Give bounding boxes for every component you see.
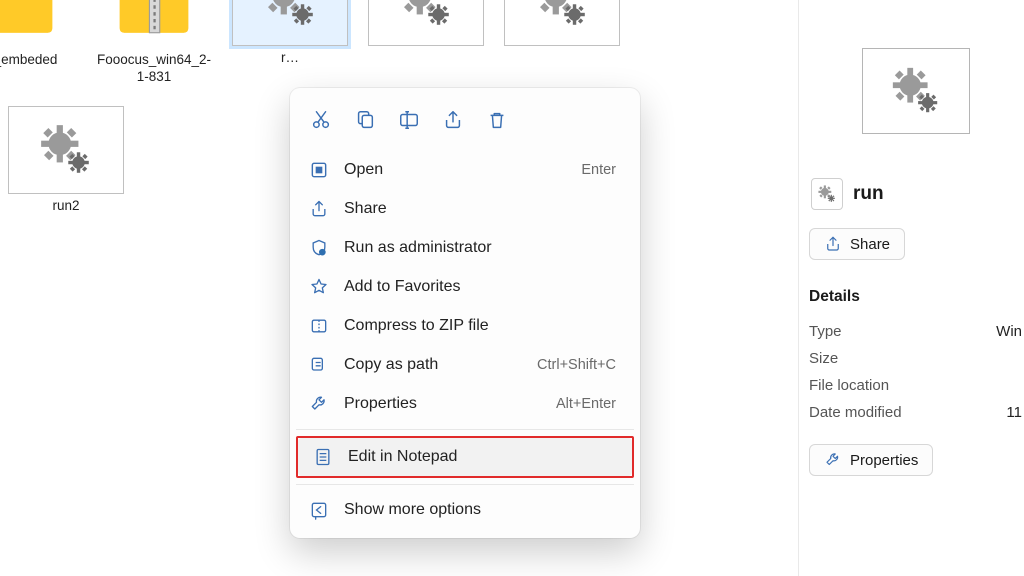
details-key: Size [809, 350, 838, 367]
details-row-modified: Date modified 11 [807, 399, 1024, 426]
menu-share[interactable]: Share [294, 190, 636, 228]
file-item[interactable] [368, 0, 484, 50]
file-item-selected[interactable]: r… [232, 0, 348, 67]
details-value: Win [996, 323, 1022, 340]
menu-separator [296, 429, 634, 430]
details-row-type: Type Win [807, 318, 1024, 345]
menu-shortcut: Alt+Enter [556, 396, 616, 412]
notepad-icon [312, 446, 334, 468]
file-type-icon [811, 178, 843, 210]
file-label: on_embeded [0, 52, 57, 69]
menu-label: Compress to ZIP file [344, 317, 616, 335]
details-heading: Details [809, 288, 1024, 306]
menu-label: Show more options [344, 501, 616, 519]
menu-shortcut: Ctrl+Shift+C [537, 357, 616, 373]
wrench-icon [308, 393, 330, 415]
preview-thumbnail [862, 48, 970, 134]
menu-show-more-options[interactable]: Show more options [294, 491, 636, 529]
wrench-icon [824, 451, 842, 469]
batch-file-icon [232, 0, 348, 46]
copy-path-icon [308, 354, 330, 376]
menu-copy-as-path[interactable]: Copy as path Ctrl+Shift+C [294, 346, 636, 384]
file-item[interactable] [504, 0, 620, 50]
batch-file-icon [368, 0, 484, 46]
folder-icon [0, 0, 76, 48]
button-label: Share [850, 236, 890, 253]
zip-folder-icon [96, 0, 212, 48]
menu-label: Add to Favorites [344, 278, 616, 296]
file-label: r… [281, 50, 299, 67]
menu-separator [296, 484, 634, 485]
menu-label: Properties [344, 395, 542, 413]
menu-label: Share [344, 200, 616, 218]
file-item[interactable]: run2 [8, 106, 124, 215]
details-share-button[interactable]: Share [809, 228, 905, 260]
menu-shortcut: Enter [581, 162, 616, 178]
batch-file-icon [504, 0, 620, 46]
details-key: Date modified [809, 404, 902, 421]
highlight-box: Edit in Notepad [296, 436, 634, 478]
menu-open[interactable]: Open Enter [294, 151, 636, 189]
menu-properties[interactable]: Properties Alt+Enter [294, 385, 636, 423]
menu-label: Open [344, 161, 567, 179]
details-row-location: File location [807, 372, 1024, 399]
button-label: Properties [850, 452, 918, 469]
context-menu: Open Enter Share Run as administrator Ad… [290, 88, 640, 538]
menu-label: Copy as path [344, 356, 523, 374]
details-filename: run [853, 183, 884, 205]
star-icon [308, 276, 330, 298]
batch-file-icon [8, 106, 124, 194]
cut-button[interactable] [300, 100, 342, 140]
rename-button[interactable] [388, 100, 430, 140]
share-icon [308, 198, 330, 220]
details-key: Type [809, 323, 842, 340]
share-button[interactable] [432, 100, 474, 140]
menu-edit-in-notepad[interactable]: Edit in Notepad [298, 438, 632, 476]
menu-add-favorites[interactable]: Add to Favorites [294, 268, 636, 306]
file-item[interactable]: on_embeded [0, 0, 76, 69]
file-item[interactable]: Fooocus_win64_2-1-831 [96, 0, 212, 86]
file-label: Fooocus_win64_2-1-831 [96, 52, 212, 86]
details-value: 11 [1006, 404, 1022, 421]
copy-button[interactable] [344, 100, 386, 140]
menu-run-as-admin[interactable]: Run as administrator [294, 229, 636, 267]
open-icon [308, 159, 330, 181]
share-icon [824, 235, 842, 253]
details-row-size: Size [807, 345, 1024, 372]
menu-compress-zip[interactable]: Compress to ZIP file [294, 307, 636, 345]
zip-icon [308, 315, 330, 337]
details-pane: run Share Details Type Win Size File loc… [798, 0, 1024, 576]
details-key: File location [809, 377, 889, 394]
file-label: run2 [52, 198, 79, 215]
details-properties-button[interactable]: Properties [809, 444, 933, 476]
menu-label: Edit in Notepad [348, 448, 612, 466]
shield-icon [308, 237, 330, 259]
context-menu-toolbar [290, 96, 640, 150]
more-icon [308, 499, 330, 521]
menu-label: Run as administrator [344, 239, 616, 257]
delete-button[interactable] [476, 100, 518, 140]
